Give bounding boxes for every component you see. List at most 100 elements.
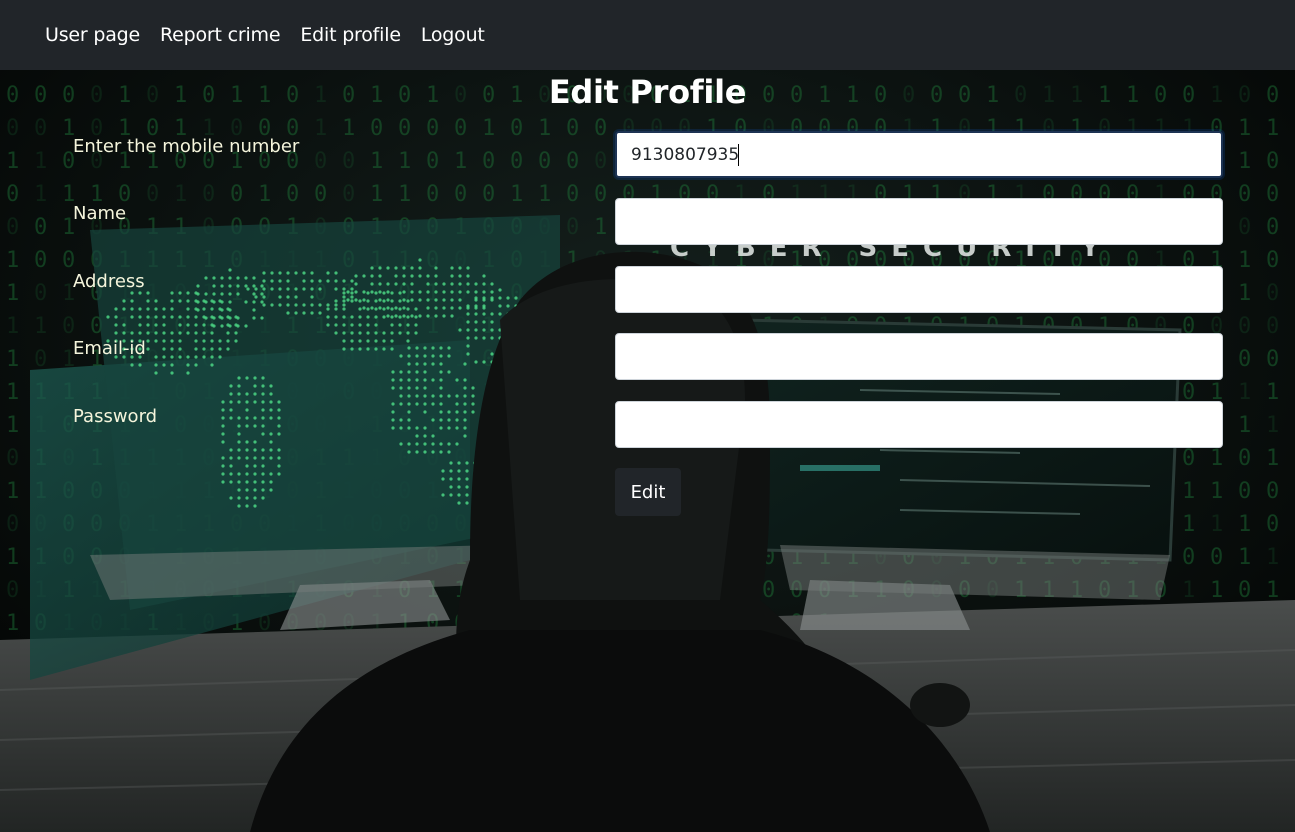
svg-text:1: 1 <box>1210 446 1223 471</box>
svg-text:1: 1 <box>1210 512 1223 537</box>
svg-text:1: 1 <box>6 611 19 636</box>
svg-text:0: 0 <box>398 116 411 141</box>
address-label: Address <box>73 271 145 292</box>
svg-text:0: 0 <box>62 314 75 339</box>
svg-text:0: 0 <box>426 182 439 207</box>
address-input[interactable] <box>615 266 1223 313</box>
svg-text:0: 0 <box>342 182 355 207</box>
svg-text:0: 0 <box>1182 545 1195 570</box>
svg-text:1: 1 <box>6 281 19 306</box>
svg-text:0: 0 <box>342 149 355 174</box>
svg-text:0: 0 <box>762 578 775 603</box>
svg-text:0: 0 <box>1266 182 1279 207</box>
svg-text:1: 1 <box>6 380 19 405</box>
svg-text:0: 0 <box>1266 248 1279 273</box>
svg-text:0: 0 <box>566 182 579 207</box>
svg-text:1: 1 <box>6 413 19 438</box>
svg-text:0: 0 <box>34 116 47 141</box>
svg-text:1: 1 <box>1210 578 1223 603</box>
password-label: Password <box>73 406 158 427</box>
svg-text:0: 0 <box>1266 215 1279 240</box>
svg-text:0: 0 <box>1266 479 1279 504</box>
svg-text:1: 1 <box>34 149 47 174</box>
svg-text:1: 1 <box>398 149 411 174</box>
svg-text:0: 0 <box>202 182 215 207</box>
svg-text:0: 0 <box>426 149 439 174</box>
svg-text:1: 1 <box>398 182 411 207</box>
svg-text:0: 0 <box>1266 149 1279 174</box>
svg-text:0: 0 <box>594 182 607 207</box>
svg-text:0: 0 <box>566 116 579 141</box>
svg-text:0: 0 <box>1266 512 1279 537</box>
svg-text:1: 1 <box>1238 512 1251 537</box>
svg-text:1: 1 <box>1238 413 1251 438</box>
svg-text:0: 0 <box>1182 446 1195 471</box>
svg-text:1: 1 <box>510 182 523 207</box>
svg-text:1: 1 <box>1266 446 1279 471</box>
svg-text:1: 1 <box>1238 380 1251 405</box>
svg-text:1: 1 <box>1210 479 1223 504</box>
svg-text:1: 1 <box>34 182 47 207</box>
svg-text:1: 1 <box>1182 479 1195 504</box>
email-label: Email-id <box>73 338 146 359</box>
edit-submit-button[interactable]: Edit <box>615 468 681 516</box>
svg-text:1: 1 <box>482 116 495 141</box>
svg-text:1: 1 <box>1182 578 1195 603</box>
svg-text:1: 1 <box>314 116 327 141</box>
svg-text:0: 0 <box>426 116 439 141</box>
svg-text:1: 1 <box>34 314 47 339</box>
mobile-input[interactable] <box>615 131 1223 178</box>
svg-text:0: 0 <box>1238 314 1251 339</box>
svg-text:0: 0 <box>6 182 19 207</box>
text-cursor <box>738 144 739 166</box>
svg-text:0: 0 <box>510 149 523 174</box>
svg-text:0: 0 <box>510 116 523 141</box>
svg-text:0: 0 <box>1266 314 1279 339</box>
svg-text:0: 0 <box>482 182 495 207</box>
email-input[interactable] <box>615 333 1223 380</box>
svg-text:1: 1 <box>6 545 19 570</box>
nav-link-edit-profile[interactable]: Edit profile <box>290 0 410 70</box>
svg-text:1: 1 <box>1238 149 1251 174</box>
top-navbar: User page Report crime Edit profile Logo… <box>0 0 1295 70</box>
svg-text:0: 0 <box>230 182 243 207</box>
svg-text:0: 0 <box>6 215 19 240</box>
svg-text:1: 1 <box>1238 248 1251 273</box>
svg-text:0: 0 <box>34 347 47 372</box>
svg-text:1: 1 <box>1266 116 1279 141</box>
svg-text:1: 1 <box>342 116 355 141</box>
svg-text:0: 0 <box>1238 578 1251 603</box>
svg-text:1: 1 <box>1266 380 1279 405</box>
mobile-label: Enter the mobile number <box>73 136 300 157</box>
svg-text:1: 1 <box>174 182 187 207</box>
svg-text:1: 1 <box>6 347 19 372</box>
svg-text:0: 0 <box>146 182 159 207</box>
svg-text:0: 0 <box>482 149 495 174</box>
svg-text:1: 1 <box>258 182 271 207</box>
svg-text:0: 0 <box>34 281 47 306</box>
svg-text:0: 0 <box>1238 182 1251 207</box>
svg-text:0: 0 <box>1266 347 1279 372</box>
svg-text:0: 0 <box>34 215 47 240</box>
svg-text:0: 0 <box>566 215 579 240</box>
svg-text:1: 1 <box>1238 545 1251 570</box>
svg-text:1: 1 <box>454 149 467 174</box>
svg-text:1: 1 <box>1266 413 1279 438</box>
svg-text:1: 1 <box>6 314 19 339</box>
svg-text:0: 0 <box>314 182 327 207</box>
name-input[interactable] <box>615 198 1223 245</box>
svg-text:1: 1 <box>1266 578 1279 603</box>
nav-link-report-crime[interactable]: Report crime <box>150 0 290 70</box>
svg-text:0: 0 <box>6 116 19 141</box>
svg-text:1: 1 <box>370 149 383 174</box>
nav-link-logout[interactable]: Logout <box>411 0 495 70</box>
svg-text:0: 0 <box>454 116 467 141</box>
password-input[interactable] <box>615 401 1223 448</box>
nav-link-user-page[interactable]: User page <box>35 0 150 70</box>
svg-text:1: 1 <box>1238 281 1251 306</box>
svg-text:0: 0 <box>1210 545 1223 570</box>
svg-text:0: 0 <box>538 149 551 174</box>
svg-text:0: 0 <box>6 512 19 537</box>
svg-text:0: 0 <box>454 182 467 207</box>
svg-text:0: 0 <box>6 578 19 603</box>
